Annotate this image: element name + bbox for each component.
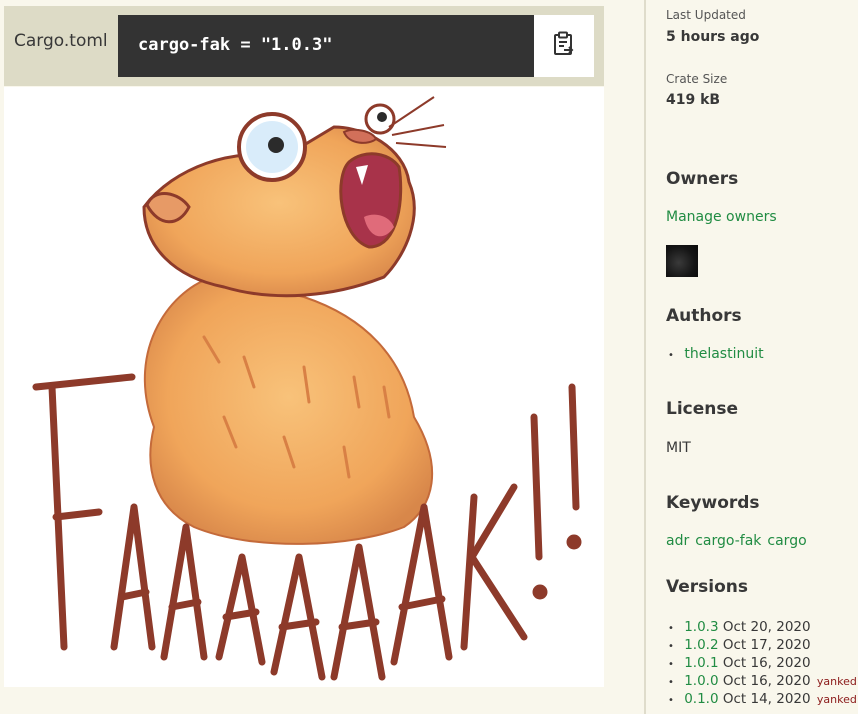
manage-owners-link[interactable]: Manage owners bbox=[666, 209, 777, 225]
keywords-list: adr cargo-fak cargo bbox=[666, 533, 813, 549]
version-item: 1.0.0 Oct 16, 2020 yanked bbox=[666, 672, 857, 690]
yanked-badge: yanked bbox=[816, 675, 857, 688]
version-item: 1.0.1 Oct 16, 2020 bbox=[666, 654, 857, 672]
yanked-badge: yanked bbox=[816, 693, 857, 706]
authors-heading: Authors bbox=[666, 306, 742, 326]
keyword-link[interactable]: adr bbox=[666, 533, 689, 549]
clipboard-icon bbox=[552, 31, 576, 61]
keywords-heading: Keywords bbox=[666, 493, 760, 513]
owner-avatar[interactable] bbox=[666, 245, 698, 277]
version-link[interactable]: 1.0.2 bbox=[684, 637, 718, 653]
last-updated-value: 5 hours ago bbox=[666, 29, 760, 45]
license-value: MIT bbox=[666, 440, 691, 456]
copy-button[interactable] bbox=[534, 15, 594, 77]
version-date: Oct 20, 2020 bbox=[722, 619, 811, 635]
version-item: 0.1.0 Oct 14, 2020 yanked bbox=[666, 690, 857, 708]
version-date: Oct 16, 2020 bbox=[722, 655, 811, 671]
readme-image bbox=[4, 87, 604, 687]
last-updated-label: Last Updated bbox=[666, 8, 746, 22]
license-heading: License bbox=[666, 399, 739, 419]
version-link[interactable]: 1.0.3 bbox=[684, 619, 718, 635]
install-snippet[interactable]: cargo-fak = "1.0.3" bbox=[118, 15, 534, 77]
version-date: Oct 16, 2020 bbox=[722, 673, 811, 689]
version-link[interactable]: 1.0.1 bbox=[684, 655, 718, 671]
versions-list: 1.0.3 Oct 20, 2020 1.0.2 Oct 17, 2020 1.… bbox=[666, 618, 857, 708]
crate-size-value: 419 kB bbox=[666, 92, 721, 108]
author-item: thelastinuit bbox=[666, 346, 763, 362]
install-bar: Cargo.toml cargo-fak = "1.0.3" bbox=[4, 6, 604, 86]
version-item: 1.0.3 Oct 20, 2020 bbox=[666, 618, 857, 636]
versions-heading: Versions bbox=[666, 577, 748, 597]
version-date: Oct 14, 2020 bbox=[722, 691, 811, 707]
screaming-cat-illustration bbox=[32, 96, 582, 681]
version-link[interactable]: 1.0.0 bbox=[684, 673, 718, 689]
version-item: 1.0.2 Oct 17, 2020 bbox=[666, 636, 857, 654]
cargo-toml-label: Cargo.toml bbox=[14, 31, 108, 51]
owners-heading: Owners bbox=[666, 169, 739, 189]
version-date: Oct 17, 2020 bbox=[722, 637, 811, 653]
keyword-link[interactable]: cargo bbox=[767, 533, 806, 549]
column-divider bbox=[644, 0, 646, 714]
author-link[interactable]: thelastinuit bbox=[684, 346, 763, 362]
version-link[interactable]: 0.1.0 bbox=[684, 691, 718, 707]
crate-size-label: Crate Size bbox=[666, 72, 728, 86]
keyword-link[interactable]: cargo-fak bbox=[695, 533, 761, 549]
